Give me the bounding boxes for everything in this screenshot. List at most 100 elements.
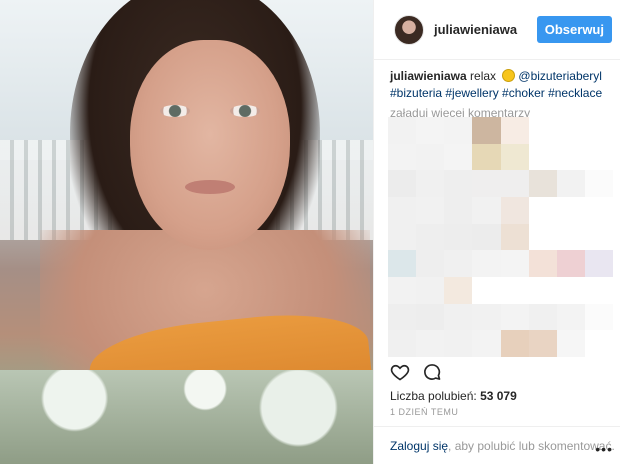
blurred-pixel: [444, 196, 473, 224]
blurred-pixel: [444, 143, 473, 171]
blurred-pixel: [416, 250, 445, 277]
header-username[interactable]: juliawieniawa: [434, 22, 517, 37]
blurred-pixel: [528, 250, 557, 277]
caption-hashtags[interactable]: #bizuteria #jewellery #choker #necklace: [390, 86, 602, 100]
blurred-pixel: [556, 143, 585, 171]
login-prompt-text: , aby polubić lub skomentować.: [448, 438, 615, 453]
blurred-pixel: [528, 303, 557, 331]
blurred-pixel: [388, 143, 417, 171]
blurred-pixel: [416, 330, 445, 357]
blurred-pixel: [556, 223, 585, 251]
blurred-pixel: [416, 196, 445, 224]
photo-water: [0, 370, 373, 464]
blurred-pixel: [584, 170, 613, 197]
blurred-pixel: [416, 117, 445, 144]
comment-button[interactable]: [422, 362, 442, 387]
caption-text: relax: [470, 69, 497, 83]
more-options-icon[interactable]: •••: [595, 441, 613, 457]
blurred-pixel: [388, 223, 417, 251]
blurred-pixel: [528, 143, 557, 171]
blurred-pixel: [472, 143, 501, 171]
blurred-pixel: [556, 330, 585, 357]
blurred-pixel: [528, 196, 557, 224]
like-button[interactable]: [390, 362, 410, 387]
comment-icon: [424, 364, 441, 380]
blurred-pixel: [444, 330, 473, 357]
photo-left-eye: [160, 105, 190, 117]
photo-face: [130, 40, 290, 250]
blurred-comments-area: [388, 117, 613, 357]
blurred-pixel: [472, 330, 501, 357]
blurred-pixel: [472, 276, 501, 304]
blurred-pixel: [500, 303, 529, 331]
blurred-pixel: [472, 223, 501, 251]
blurred-pixel: [556, 276, 585, 304]
blurred-pixel: [472, 196, 501, 224]
blurred-pixel: [584, 143, 613, 171]
blurred-pixel: [388, 117, 417, 144]
post-photo[interactable]: [0, 0, 373, 464]
blurred-pixel: [416, 170, 445, 197]
likes-count[interactable]: 53 079: [480, 389, 517, 403]
blurred-pixel: [388, 170, 417, 197]
blurred-pixel: [556, 303, 585, 331]
caption-mention[interactable]: @bizuteriaberyl: [518, 69, 602, 83]
heart-icon: [390, 364, 410, 381]
blurred-pixel: [388, 303, 417, 331]
blurred-pixel: [500, 117, 529, 144]
avatar[interactable]: [394, 14, 424, 45]
blurred-pixel: [444, 276, 473, 304]
blurred-pixel: [584, 276, 613, 304]
blurred-pixel: [416, 223, 445, 251]
follow-button[interactable]: Obserwuj: [536, 16, 612, 43]
blurred-pixel: [500, 143, 529, 171]
blurred-pixel: [388, 196, 417, 224]
blurred-pixel: [584, 117, 613, 144]
blurred-pixel: [528, 223, 557, 251]
blurred-pixel: [556, 117, 585, 144]
blurred-pixel: [388, 330, 417, 357]
blurred-pixel: [584, 250, 613, 277]
blurred-pixel: [500, 196, 529, 224]
blurred-pixel: [584, 196, 613, 224]
blurred-pixel: [500, 170, 529, 197]
blurred-pixel: [416, 143, 445, 171]
blurred-pixel: [444, 303, 473, 331]
blurred-pixel: [500, 223, 529, 251]
blurred-pixel: [528, 330, 557, 357]
blurred-pixel: [528, 170, 557, 197]
blurred-pixel: [444, 250, 473, 277]
login-link[interactable]: Zaloguj się: [390, 439, 448, 453]
post-timestamp[interactable]: 1 DZIEŃ TEMU: [390, 407, 458, 417]
blurred-pixel: [584, 330, 613, 357]
login-prompt: Zaloguj się, aby polubić lub skomentować…: [374, 426, 620, 464]
post-sidebar: juliawieniawa Obserwuj juliawieniawa rel…: [373, 0, 620, 464]
blurred-pixel: [584, 223, 613, 251]
blurred-pixel: [472, 303, 501, 331]
caption-username[interactable]: juliawieniawa: [390, 69, 467, 83]
photo-right-eye: [230, 105, 260, 117]
blurred-pixel: [444, 223, 473, 251]
blurred-pixel: [584, 303, 613, 331]
post-caption: juliawieniawa relax @bizuteriaberyl #biz…: [374, 60, 620, 102]
blurred-pixel: [416, 303, 445, 331]
blurred-pixel: [472, 170, 501, 197]
blurred-pixel: [500, 250, 529, 277]
blurred-pixel: [472, 117, 501, 144]
blurred-pixel: [556, 250, 585, 277]
likes-label: Liczba polubień:: [390, 389, 477, 403]
blurred-pixel: [444, 117, 473, 144]
blurred-pixel: [528, 117, 557, 144]
blurred-pixel: [556, 196, 585, 224]
blurred-pixel: [472, 250, 501, 277]
blurred-pixel: [528, 276, 557, 304]
post-header: juliawieniawa Obserwuj: [374, 0, 620, 60]
photo-lips: [185, 180, 235, 194]
sun-emoji-icon: [502, 69, 516, 82]
blurred-pixel: [556, 170, 585, 197]
likes-summary: Liczba polubień: 53 079: [390, 389, 517, 403]
blurred-pixel: [500, 330, 529, 357]
blurred-pixel: [388, 276, 417, 304]
blurred-pixel: [388, 250, 417, 277]
blurred-pixel: [500, 276, 529, 304]
